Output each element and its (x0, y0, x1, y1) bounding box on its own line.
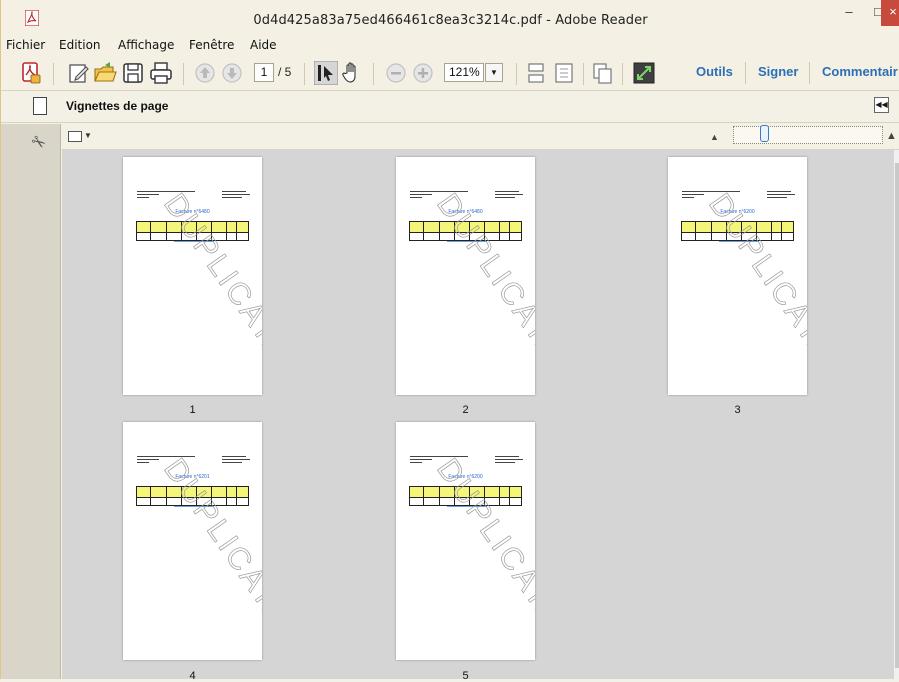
invoice-table (409, 221, 522, 247)
toolbar-separator (373, 63, 374, 85)
invoice-title: Facture n°6200 (720, 209, 755, 215)
panel-title: Vignettes de page (66, 99, 169, 113)
thumbnail-page-number: 2 (462, 404, 469, 416)
scroll-mode-icon[interactable] (524, 61, 548, 85)
previous-page-icon[interactable] (193, 61, 217, 85)
invoice-title: Facture n°6200 (448, 474, 483, 480)
signer-link[interactable]: Signer (758, 64, 798, 79)
fit-page-icon[interactable] (552, 61, 576, 85)
invoice-table (136, 221, 249, 247)
menu-fenetre[interactable]: Fenêtre (189, 38, 234, 52)
toolbar-separator (809, 62, 810, 84)
collapse-panel-icon[interactable]: ◀◀ (874, 97, 889, 113)
thumbnail-options-icon[interactable] (68, 131, 82, 142)
toolbar-separator (583, 63, 584, 85)
zoom-dropdown-button[interactable]: ▼ (485, 63, 503, 82)
invoice-title: Facture n°6480 (175, 209, 210, 215)
left-navigation-pane (1, 124, 61, 679)
title-bar[interactable]: 0d4d425a83a75ed466461c8ea3c3214c.pdf - A… (1, 0, 899, 35)
menu-edition[interactable]: Edition (59, 38, 101, 52)
invoice-sender-block (410, 456, 470, 466)
next-page-icon[interactable] (220, 61, 244, 85)
invoice-title: Facture n°6201 (175, 474, 210, 480)
minimize-button[interactable]: ‒ (834, 0, 864, 26)
current-page-input[interactable]: 1 (254, 63, 274, 82)
toolbar-separator (622, 63, 623, 85)
window-title: 0d4d425a83a75ed466461c8ea3c3214c.pdf - A… (253, 13, 648, 28)
thumbnail-page-number: 4 (189, 670, 196, 682)
invoice-table (409, 486, 522, 512)
invoice-sender-block (137, 456, 197, 466)
invoice-table (136, 486, 249, 512)
create-pdf-icon[interactable] (19, 61, 43, 85)
thumbnail-size-slider[interactable] (733, 126, 883, 144)
hand-tool-icon[interactable] (340, 61, 364, 85)
invoice-sender-block (682, 191, 742, 201)
invoice-recipient-block (495, 456, 523, 468)
print-icon[interactable] (149, 61, 173, 85)
invoice-sender-block (410, 191, 470, 201)
toolbar-separator (516, 63, 517, 85)
zoom-out-icon[interactable] (384, 61, 408, 85)
select-tool-icon[interactable] (314, 61, 338, 85)
large-thumbnail-icon[interactable]: ▲ (886, 130, 897, 142)
page-thumbnail[interactable]: Facture n°6200 DUPLICATA (396, 422, 535, 660)
invoice-recipient-block (495, 191, 523, 203)
toolbar-separator (53, 63, 54, 85)
zoom-level-input[interactable]: 121% (444, 63, 484, 82)
page-thumbnail[interactable]: Facture n°6480 DUPLICATA (123, 157, 262, 395)
page-copy-icon[interactable] (591, 61, 615, 85)
adobe-reader-window: 0d4d425a83a75ed466461c8ea3c3214c.pdf - A… (0, 0, 899, 682)
invoice-recipient-block (222, 191, 250, 203)
invoice-recipient-block (767, 191, 795, 203)
invoice-table (681, 221, 794, 247)
toolbar-separator (304, 63, 305, 85)
options-chevron-down-icon[interactable]: ▼ (84, 131, 92, 140)
outils-link[interactable]: Outils (696, 64, 733, 79)
thumbnail-page-number: 3 (734, 404, 741, 416)
open-folder-icon[interactable] (93, 61, 117, 85)
edit-pdf-icon[interactable] (67, 61, 91, 85)
menu-fichier[interactable]: Fichier (6, 38, 45, 52)
thumbnail-page-number: 5 (462, 670, 469, 682)
menu-bar: Fichier Edition Affichage Fenêtre Aide (1, 35, 899, 55)
toolbar-separator (745, 62, 746, 84)
toolbar-separator (183, 63, 184, 85)
commentaire-link[interactable]: Commentair (822, 64, 898, 79)
invoice-sender-block (137, 191, 197, 201)
full-screen-icon[interactable] (632, 61, 656, 85)
small-thumbnail-icon[interactable]: ▲ (710, 132, 719, 142)
page-thumbnail[interactable]: Facture n°6200 DUPLICATA (668, 157, 807, 395)
page-thumbnail[interactable]: Facture n°6201 DUPLICATA (123, 422, 262, 660)
menu-aide[interactable]: Aide (250, 38, 277, 52)
page-thumbnails-icon[interactable] (33, 97, 47, 115)
scrollbar-thumb[interactable] (895, 163, 899, 668)
page-thumbnail[interactable]: Facture n°6480 DUPLICATA (396, 157, 535, 395)
close-button[interactable]: × (881, 0, 899, 26)
save-icon[interactable] (121, 61, 145, 85)
slider-handle[interactable] (760, 125, 769, 142)
zoom-in-icon[interactable] (411, 61, 435, 85)
total-pages-label: / 5 (278, 65, 292, 79)
invoice-recipient-block (222, 456, 250, 468)
thumbnail-page-number: 1 (189, 404, 196, 416)
invoice-title: Facture n°6480 (448, 209, 483, 215)
menu-affichage[interactable]: Affichage (118, 38, 174, 52)
